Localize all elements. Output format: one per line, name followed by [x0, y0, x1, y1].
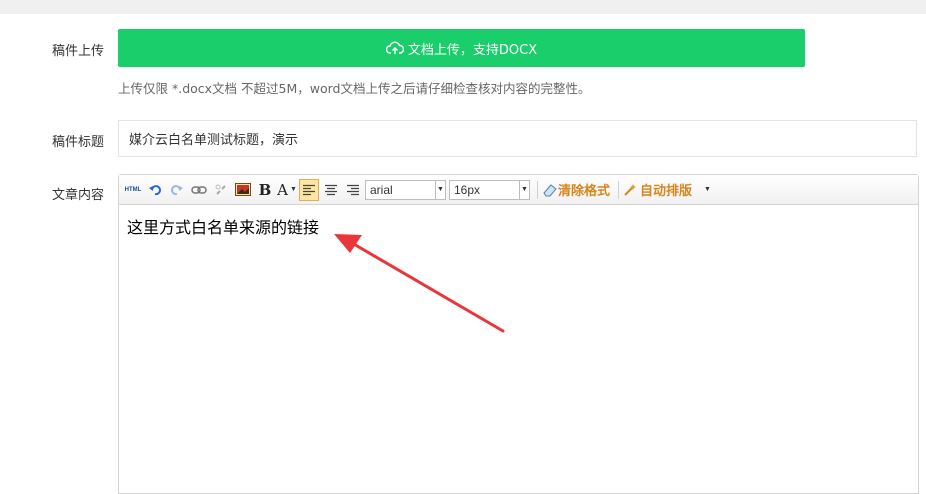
bold-button[interactable]: B — [255, 179, 275, 201]
font-family-select[interactable]: arial ▼ — [365, 179, 446, 200]
align-right-icon — [347, 184, 359, 195]
auto-layout-button[interactable]: 自动排版 ▼ — [623, 179, 711, 201]
align-right-button[interactable] — [343, 179, 363, 201]
editor-toolbar: HTML B A ▼ arial ▼ 16px ▼ 清除格式 自动排版 ▼ — [119, 175, 918, 205]
undo-icon[interactable] — [145, 179, 165, 201]
html-source-button[interactable]: HTML — [123, 179, 143, 201]
chevron-down-icon: ▼ — [435, 180, 445, 199]
chevron-down-icon: ▼ — [289, 186, 297, 193]
upload-hint: 上传仅限 *.docx文档 不超过5M，word文档上传之后请仔细检查核对内容的… — [118, 81, 591, 96]
eraser-icon — [543, 183, 557, 196]
chevron-down-icon: ▼ — [519, 180, 529, 199]
title-input[interactable] — [118, 120, 917, 157]
title-label: 稿件标题 — [51, 135, 104, 150]
align-left-button[interactable] — [299, 178, 319, 201]
align-center-button[interactable] — [321, 179, 341, 201]
upload-docx-button[interactable]: 文档上传，支持DOCX — [118, 29, 805, 67]
editor-content[interactable]: 这里方式白名单来源的链接 — [119, 205, 918, 247]
upload-button-label: 文档上传，支持DOCX — [407, 42, 538, 58]
font-color-button[interactable]: A ▼ — [277, 179, 297, 201]
content-label: 文章内容 — [51, 188, 104, 203]
align-center-icon — [325, 184, 337, 195]
toolbar-divider — [537, 180, 538, 199]
font-size-select[interactable]: 16px ▼ — [449, 179, 530, 200]
clear-format-button[interactable]: 清除格式 — [542, 179, 610, 201]
link-icon[interactable] — [189, 179, 209, 201]
upload-label: 稿件上传 — [51, 44, 104, 59]
top-bar — [0, 0, 926, 14]
editor-text: 这里方式白名单来源的链接 — [127, 218, 320, 237]
toolbar-divider — [618, 180, 620, 199]
redo-icon[interactable] — [167, 179, 187, 201]
unlink-icon[interactable] — [211, 179, 231, 201]
image-icon[interactable] — [233, 179, 253, 201]
align-left-icon — [303, 184, 315, 195]
magic-wand-icon — [624, 183, 637, 196]
rich-text-editor: HTML B A ▼ arial ▼ 16px ▼ 清除格式 自动排版 ▼ 这里… — [118, 174, 919, 494]
cloud-upload-icon — [385, 41, 404, 54]
chevron-down-icon: ▼ — [704, 186, 711, 193]
